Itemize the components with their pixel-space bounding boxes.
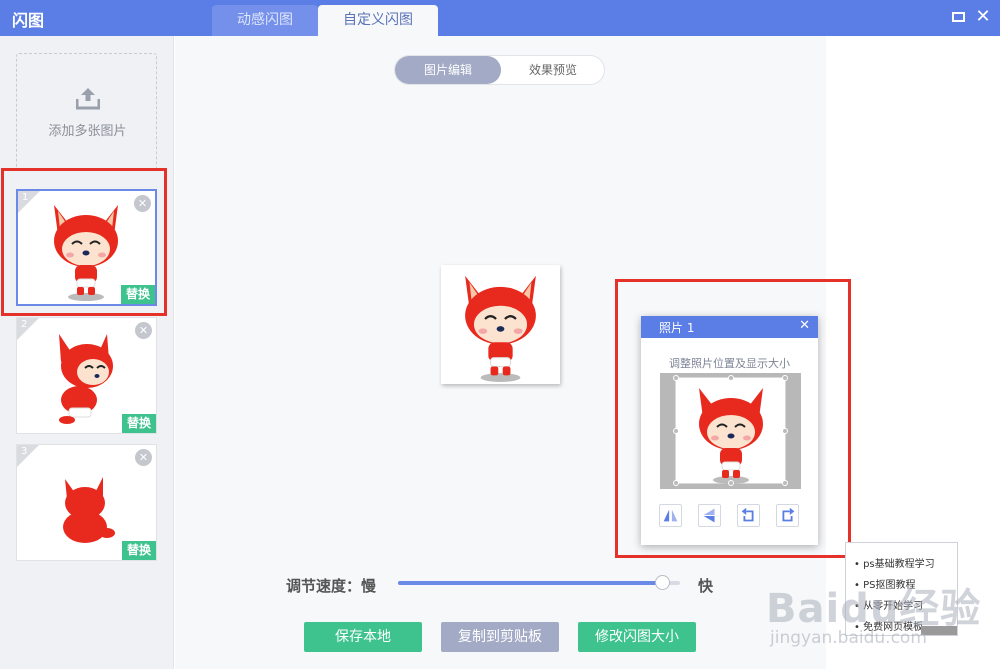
- add-images-label: 添加多张图片: [48, 124, 127, 139]
- remove-image-button[interactable]: ✕: [135, 449, 152, 466]
- close-icon[interactable]: ✕: [974, 8, 992, 26]
- replace-button[interactable]: 替换: [122, 541, 156, 560]
- highlight-box-dialog: [615, 279, 851, 558]
- maximize-icon[interactable]: [950, 8, 968, 26]
- thumbnail-3[interactable]: 3 ✕ 替换: [16, 444, 157, 561]
- tab-dynamic-flash[interactable]: 动感闪图: [212, 5, 318, 36]
- title-bar: 闪图 动感闪图 自定义闪图 ✕: [0, 0, 1000, 36]
- speed-slider-fill: [398, 581, 663, 585]
- thumbnail-2[interactable]: 2 ✕ 替换: [16, 317, 157, 434]
- speed-slider[interactable]: [398, 575, 680, 590]
- replace-button[interactable]: 替换: [122, 414, 156, 433]
- upload-icon: [76, 88, 100, 110]
- thumbnail-number: 2: [21, 319, 28, 330]
- speed-label: 调节速度：慢: [286, 577, 377, 595]
- thumbnail-number: 3: [21, 446, 28, 457]
- copy-to-clipboard-button[interactable]: 复制到剪贴板: [441, 622, 559, 652]
- tab-custom-flash[interactable]: 自定义闪图: [318, 5, 438, 36]
- resize-flash-button[interactable]: 修改闪图大小: [578, 622, 696, 652]
- watermark-logo: Baidu经验: [766, 586, 982, 632]
- watermark-url: jingyan.baidu.com: [770, 628, 927, 648]
- popup-link[interactable]: ps基础教程学习: [854, 555, 935, 570]
- tab-effect-preview[interactable]: 效果预览: [501, 56, 605, 84]
- mode-switch: 图片编辑 效果预览: [394, 55, 605, 85]
- preview-image: [441, 265, 560, 384]
- highlight-box-thumbnail: [1, 168, 167, 316]
- app-title: 闪图: [12, 11, 45, 30]
- image-list-panel: 添加多张图片 1 ✕ 替换 2 ✕ 替换 3 ✕ 替换: [0, 36, 174, 669]
- add-images-button[interactable]: 添加多张图片: [16, 53, 157, 170]
- speed-fast-label: 快: [698, 577, 714, 595]
- fox-image: [63, 477, 115, 543]
- fox-image: [465, 275, 536, 382]
- remove-image-button[interactable]: ✕: [135, 322, 152, 339]
- save-local-button[interactable]: 保存本地: [304, 622, 422, 652]
- speed-slider-handle[interactable]: [655, 575, 670, 590]
- fox-image: [59, 334, 113, 424]
- tab-image-edit[interactable]: 图片编辑: [395, 56, 501, 84]
